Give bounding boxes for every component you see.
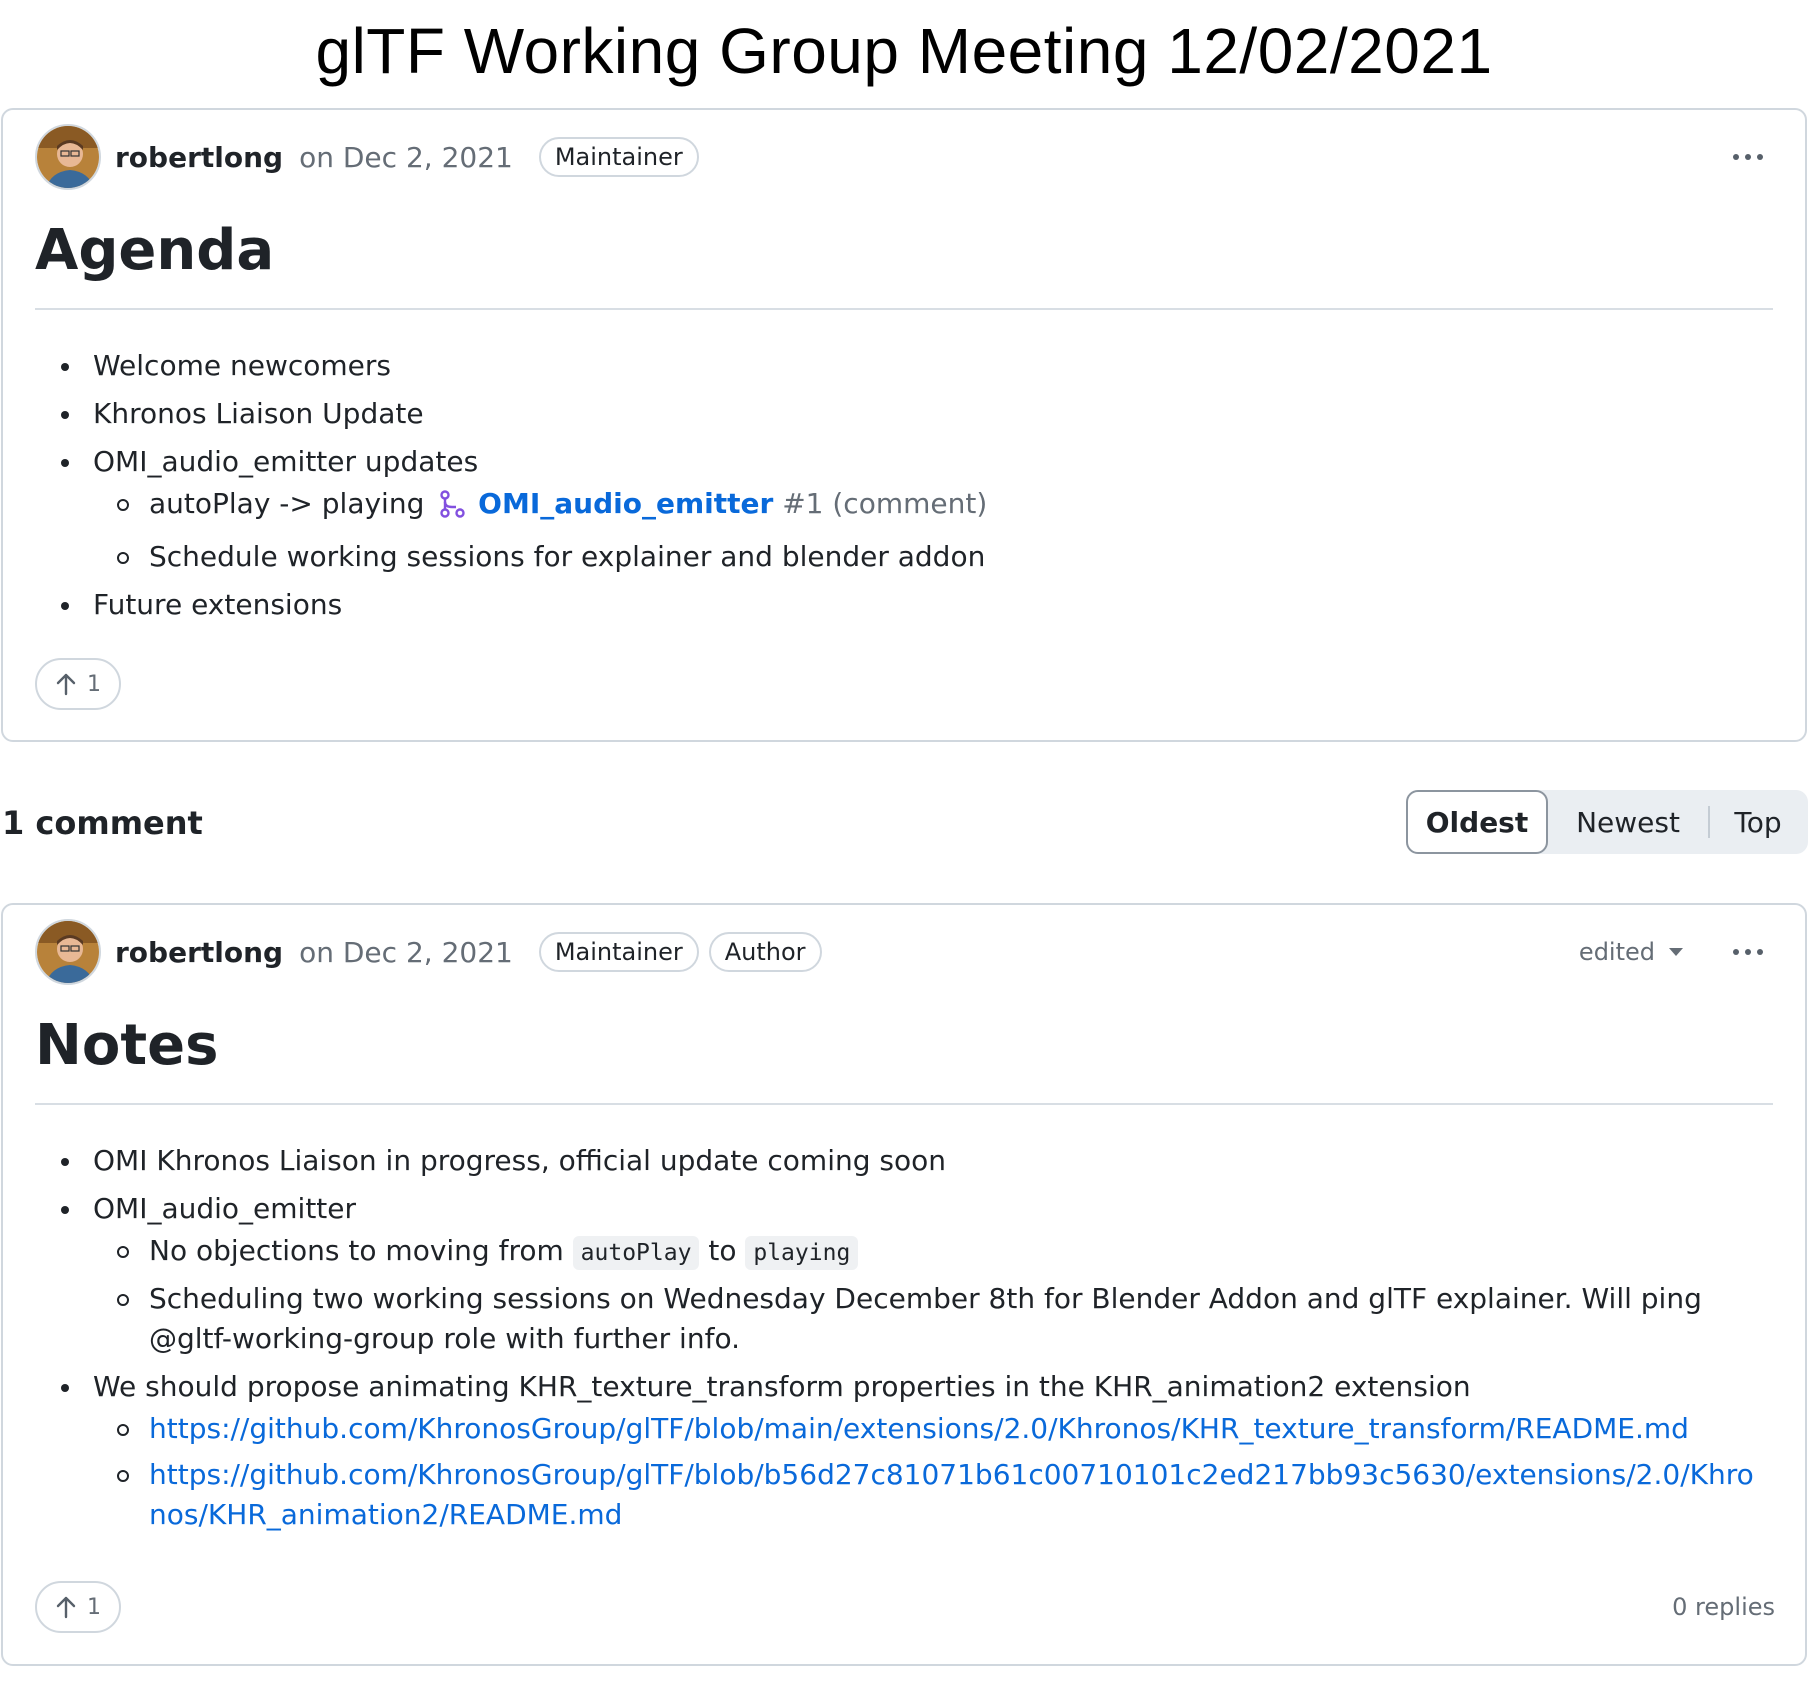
post-author[interactable]: robertlong [115, 141, 283, 174]
maintainer-badge: Maintainer [538, 137, 699, 177]
list-item: Schedule working sessions for explainer … [115, 537, 1765, 577]
arrow-up-icon [56, 673, 76, 696]
notes-list: OMI Khronos Liaison in progress, officia… [59, 1141, 1765, 1543]
list-item: https://github.com/KhronosGroup/glTF/blo… [115, 1409, 1765, 1449]
list-item: OMI_audio_emitter updates autoPlay -> pl… [59, 442, 1765, 577]
list-item: We should propose animating KHR_texture_… [59, 1367, 1765, 1535]
avatar[interactable] [35, 919, 101, 985]
upvote-count: 1 [87, 671, 101, 697]
comments-bar: 1 comment Oldest Newest Top [0, 790, 1808, 860]
sub-list: No objections to moving from autoPlay to… [115, 1231, 1765, 1359]
comment-timestamp[interactable]: on Dec 2, 2021 [299, 936, 513, 969]
upvote-button[interactable]: 1 [35, 1581, 121, 1633]
page-title: glTF Working Group Meeting 12/02/2021 [315, 15, 1493, 87]
discussion-comment: robertlong on Dec 2, 2021 Maintainer Aut… [1, 903, 1807, 1666]
inline-code: playing [745, 1236, 859, 1270]
list-item: Future extensions [59, 585, 1765, 625]
sort-newest-button[interactable]: Newest [1548, 790, 1708, 854]
inline-code: autoPlay [572, 1236, 700, 1270]
sub-list: autoPlay -> playing OMI_audio_emitter #1… [115, 484, 1765, 577]
comment-author[interactable]: robertlong [115, 936, 283, 969]
list-item: OMI_audio_emitter No objections to movin… [59, 1189, 1765, 1359]
author-badge: Author [708, 932, 822, 972]
agenda-list: Welcome newcomers Khronos Liaison Update… [59, 346, 1765, 633]
sort-oldest-button[interactable]: Oldest [1406, 790, 1548, 854]
discussion-post: robertlong on Dec 2, 2021 Maintainer Age… [1, 108, 1807, 742]
sort-top-button[interactable]: Top [1710, 790, 1806, 854]
edited-history-dropdown[interactable]: edited [1579, 938, 1683, 966]
replies-count[interactable]: 0 replies [1672, 1593, 1775, 1621]
list-item: Welcome newcomers [59, 346, 1765, 386]
kebab-menu-icon[interactable] [1733, 949, 1763, 955]
post-timestamp[interactable]: on Dec 2, 2021 [299, 141, 513, 174]
comment-heading: Notes [35, 1013, 1773, 1105]
list-item: Khronos Liaison Update [59, 394, 1765, 434]
list-item: Scheduling two working sessions on Wedne… [115, 1279, 1765, 1359]
maintainer-badge: Maintainer [538, 932, 699, 972]
readme-link[interactable]: https://github.com/KhronosGroup/glTF/blo… [149, 1458, 1754, 1531]
comment-count: 1 comment [2, 804, 203, 842]
issue-reference-number[interactable]: #1 (comment) [782, 487, 987, 520]
caret-down-icon [1669, 948, 1683, 956]
sort-segmented-control: Oldest Newest Top [1406, 790, 1808, 854]
upvote-count: 1 [87, 1594, 101, 1620]
upvote-button[interactable]: 1 [35, 658, 121, 710]
readme-link[interactable]: https://github.com/KhronosGroup/glTF/blo… [149, 1412, 1689, 1445]
issue-reference-link[interactable]: OMI_audio_emitter [478, 487, 773, 520]
list-item: No objections to moving from autoPlay to… [115, 1231, 1765, 1273]
list-item: https://github.com/KhronosGroup/glTF/blo… [115, 1455, 1765, 1535]
post-header: robertlong on Dec 2, 2021 Maintainer [35, 124, 1773, 190]
post-heading: Agenda [35, 218, 1773, 310]
arrow-up-icon [56, 1596, 76, 1619]
git-pull-request-icon [439, 489, 465, 529]
avatar[interactable] [35, 124, 101, 190]
list-item: autoPlay -> playing OMI_audio_emitter #1… [115, 484, 1765, 529]
comment-header: robertlong on Dec 2, 2021 Maintainer Aut… [35, 919, 1773, 985]
list-item: OMI Khronos Liaison in progress, officia… [59, 1141, 1765, 1181]
kebab-menu-icon[interactable] [1733, 154, 1763, 160]
sub-list: https://github.com/KhronosGroup/glTF/blo… [115, 1409, 1765, 1535]
